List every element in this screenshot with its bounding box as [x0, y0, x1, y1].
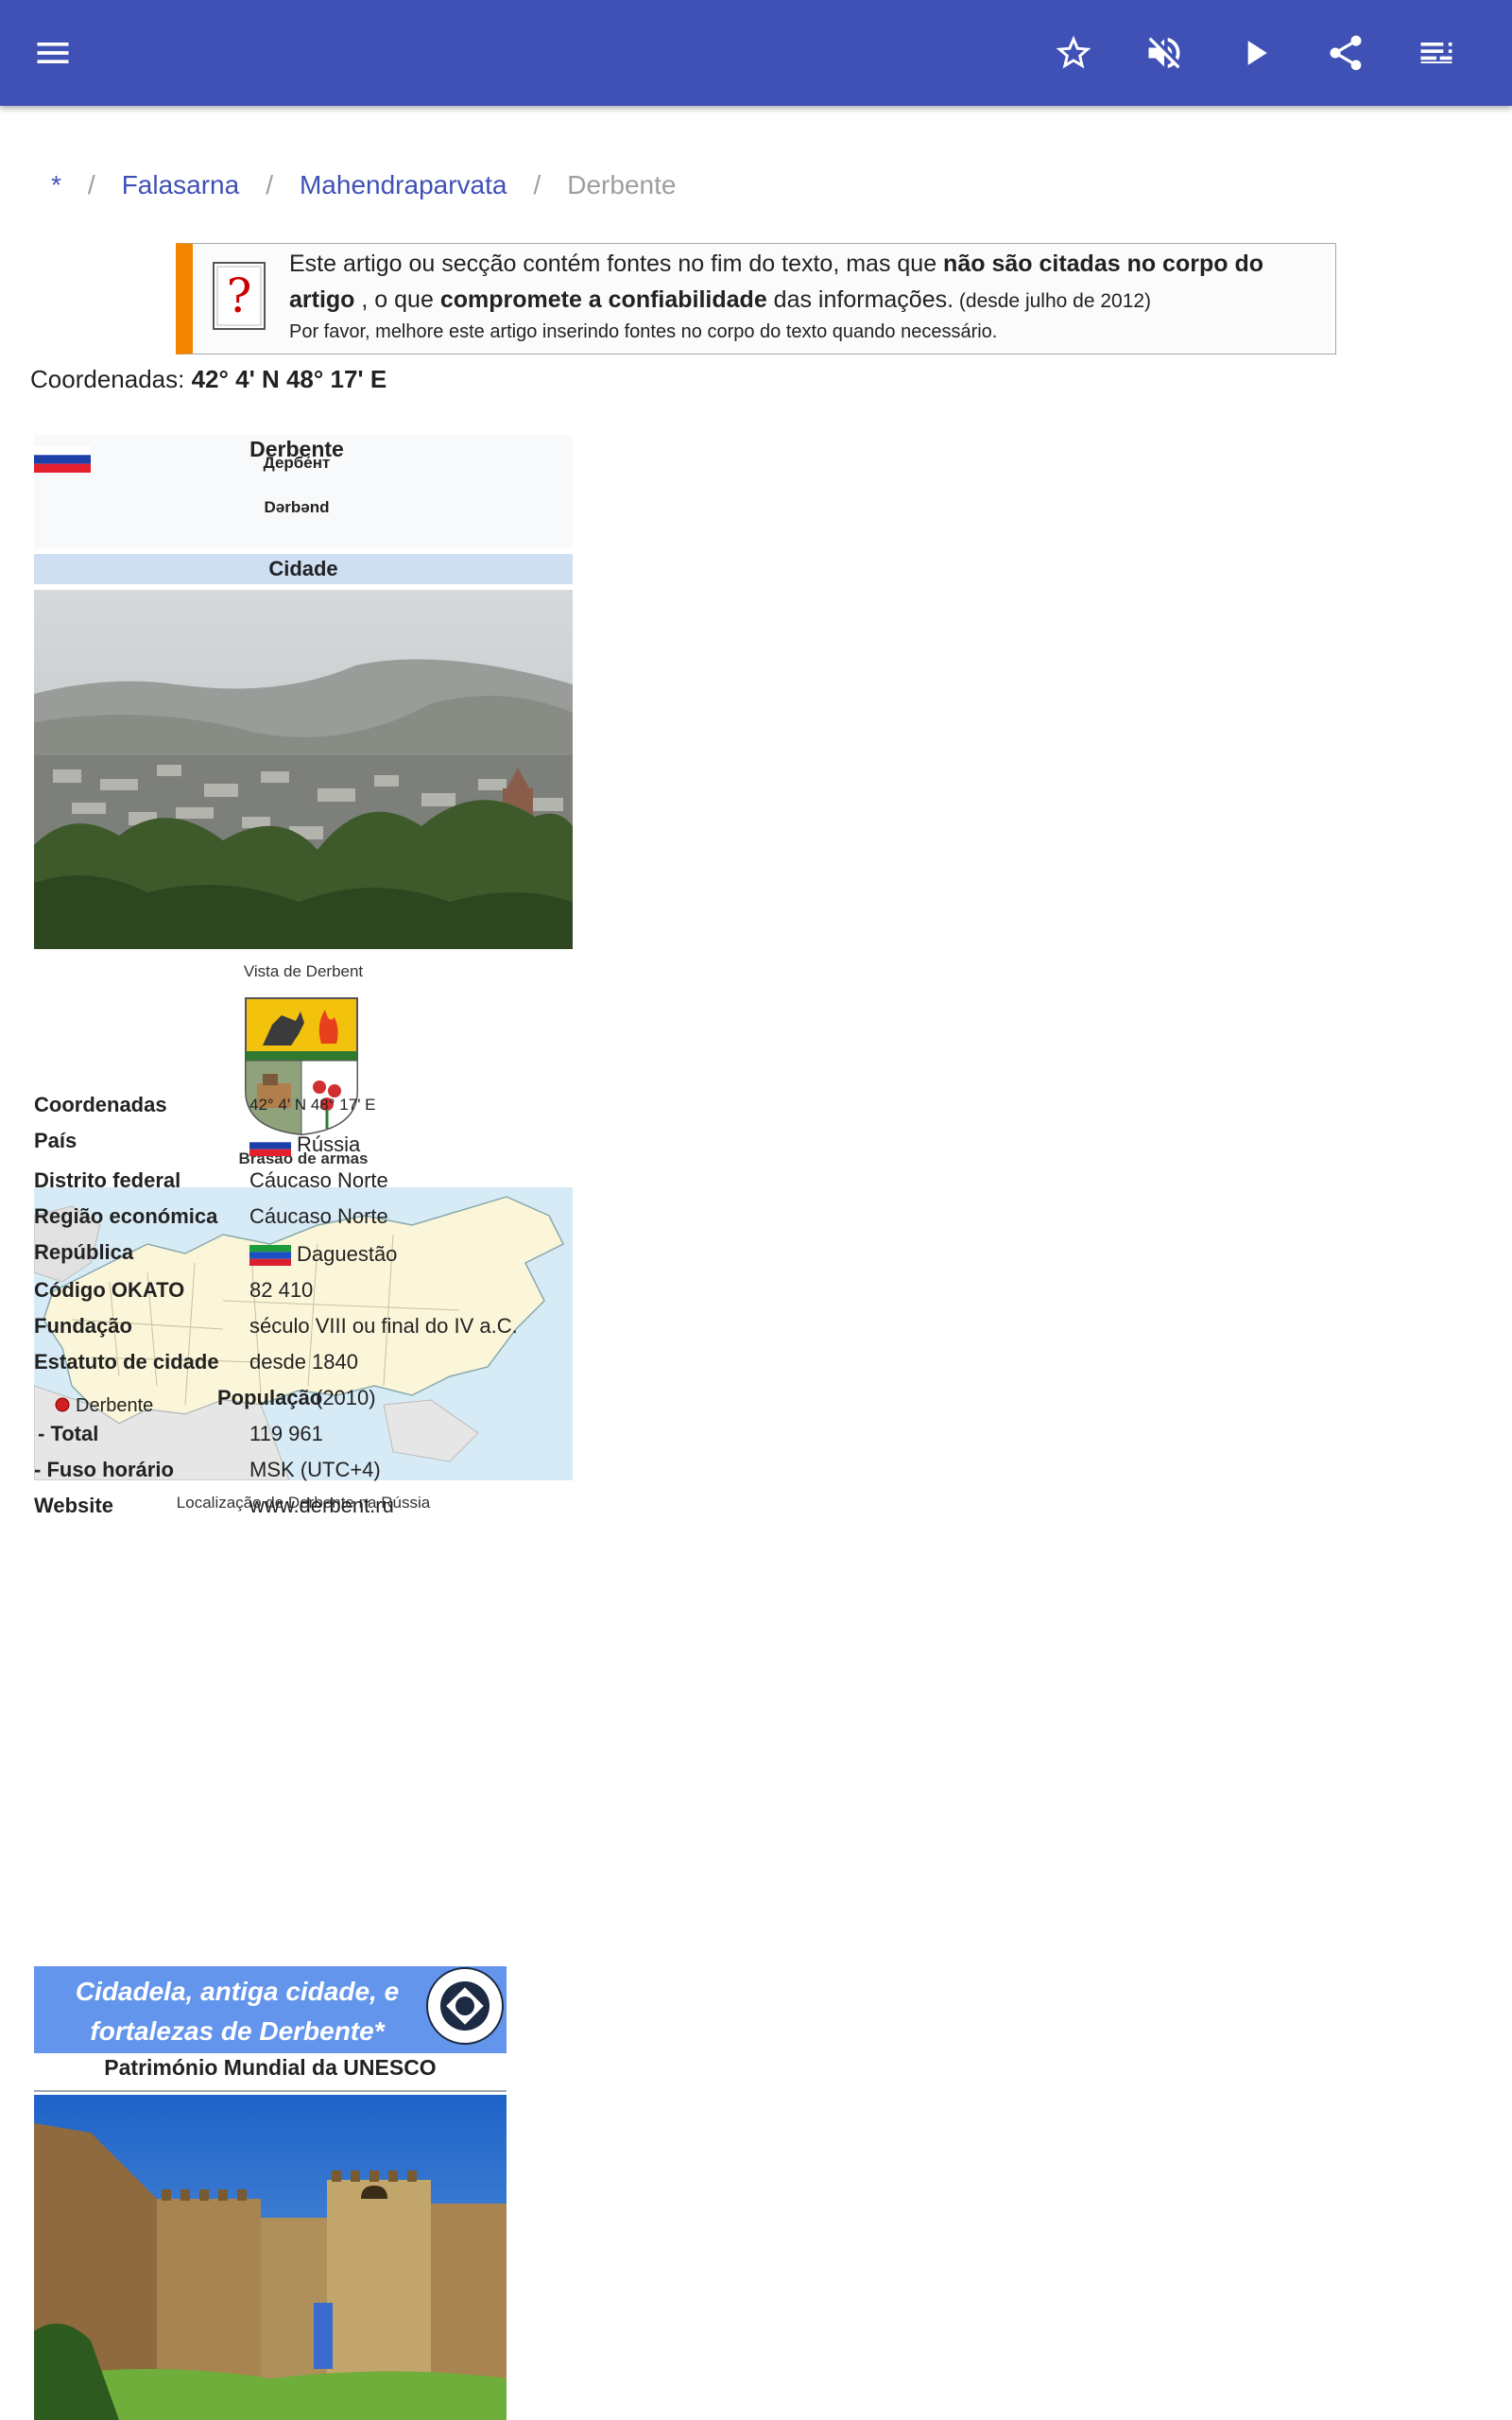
- row-value: (2010): [316, 1386, 376, 1409]
- breadcrumb-mahendraparvata[interactable]: Mahendraparvata: [300, 170, 507, 200]
- row-value[interactable]: Cáucaso Norte: [249, 1204, 388, 1229]
- notice-text-part: Este artigo ou secção contém fontes no f…: [289, 251, 944, 277]
- table-row: Coordenadas 42° 4' N 48° 17' E: [0, 1093, 567, 1127]
- maintenance-notice: ? Este artigo ou secção contém fontes no…: [176, 243, 1336, 354]
- row-label: República: [34, 1240, 134, 1264]
- table-row-population-header: População (2010): [0, 1386, 567, 1420]
- row-value[interactable]: século VIII ou final do IV a.C.: [249, 1314, 518, 1339]
- play-icon[interactable]: [1228, 26, 1281, 79]
- infobox-name-azerbaijani: Dərbənd: [264, 498, 330, 516]
- russia-flag-icon: [249, 1135, 291, 1157]
- breadcrumb-current: Derbente: [567, 170, 677, 199]
- notice-text-part: , o que: [354, 286, 440, 313]
- question-document-icon: ?: [213, 262, 266, 330]
- row-label: Coordenadas: [34, 1093, 167, 1116]
- row-value[interactable]: 42° 4' N 48° 17' E: [249, 1096, 376, 1115]
- dagestan-flag-icon: [249, 1245, 291, 1267]
- breadcrumb-separator: /: [266, 170, 273, 199]
- table-row: Fundação século VIII ou final do IV a.C.: [0, 1314, 567, 1348]
- star-outline-icon[interactable]: [1047, 26, 1100, 79]
- row-label: Website: [34, 1494, 113, 1517]
- breadcrumb-separator: /: [533, 170, 541, 199]
- row-label[interactable]: População: [217, 1386, 322, 1410]
- fortress-photo[interactable]: [34, 2095, 507, 2420]
- world-heritage-emblem-icon: [426, 1967, 504, 2045]
- photo-caption: Vista de Derbent: [243, 962, 364, 980]
- row-value[interactable]: Cáucaso Norte: [249, 1168, 388, 1193]
- svg-text:?: ?: [227, 268, 252, 323]
- menu-icon[interactable]: [26, 26, 79, 79]
- share-icon[interactable]: [1319, 26, 1372, 79]
- table-row: - Total 119 961: [0, 1422, 567, 1456]
- notice-date: (desde julho de 2012): [954, 290, 1152, 312]
- breadcrumb-separator: /: [87, 170, 95, 199]
- table-row: República Daguestão: [0, 1240, 567, 1274]
- row-value-wrap: Rússia: [249, 1132, 360, 1157]
- row-value: 119 961: [249, 1422, 323, 1445]
- notice-instruction: Por favor, melhore este artigo inserindo…: [289, 321, 998, 342]
- coordinates-line: Coordenadas: 42° 4' N 48° 17' E: [30, 365, 387, 394]
- table-row: - Fuso horário MSK (UTC+4): [0, 1458, 567, 1492]
- row-label: Distrito federal: [34, 1168, 181, 1192]
- row-value[interactable]: www.derbent.ru: [249, 1494, 394, 1518]
- row-value[interactable]: MSK (UTC+4): [249, 1458, 381, 1482]
- row-label: Região económica: [34, 1204, 218, 1228]
- breadcrumb-falasarna[interactable]: Falasarna: [122, 170, 240, 200]
- row-value[interactable]: Rússia: [297, 1132, 360, 1156]
- table-row: Código OKATO 82 410: [0, 1278, 567, 1312]
- table-row: Website www.derbent.ru: [0, 1494, 567, 1528]
- notice-text: Este artigo ou secção contém fontes no f…: [289, 246, 1329, 320]
- row-label: - Total: [38, 1422, 99, 1445]
- row-label: Código OKATO: [34, 1278, 185, 1302]
- coordinates-label: Coordenadas:: [30, 365, 192, 393]
- row-label: Estatuto de cidade: [34, 1350, 219, 1374]
- infobox-header: Derbente Дербе́нт Dərbənd: [34, 435, 573, 548]
- breadcrumb: * / Falasarna / Mahendraparvata / Derben…: [51, 170, 676, 200]
- infobox-type: Cidade: [34, 554, 573, 584]
- table-row: Região económica Cáucaso Norte: [0, 1204, 567, 1238]
- row-value[interactable]: Daguestão: [297, 1242, 397, 1266]
- unesco-site-title[interactable]: Cidadela, antiga cidade, e fortalezas de…: [34, 1972, 440, 2051]
- notice-text-part: das informações.: [766, 286, 954, 313]
- playlist-icon[interactable]: [1410, 26, 1463, 79]
- volume-off-icon[interactable]: [1138, 26, 1191, 79]
- row-value: desde 1840: [249, 1350, 358, 1374]
- notice-bold-part: compromete a confiabilidade: [439, 286, 767, 313]
- table-row: Distrito federal Cáucaso Norte: [0, 1168, 567, 1202]
- city-photo[interactable]: [34, 590, 573, 949]
- infobox-name-russian: Дербе́нт: [263, 454, 331, 472]
- unesco-subtitle[interactable]: Património Mundial da UNESCO: [34, 2055, 507, 2092]
- coordinates-value[interactable]: 42° 4' N 48° 17' E: [192, 365, 387, 393]
- table-row: Estatuto de cidade desde 1840: [0, 1350, 567, 1384]
- unesco-title-box: Cidadela, antiga cidade, e fortalezas de…: [34, 1966, 507, 2053]
- row-value: 82 410: [249, 1278, 314, 1302]
- row-value-wrap: Daguestão: [249, 1242, 397, 1267]
- row-label: Fundação: [34, 1314, 132, 1338]
- breadcrumb-home[interactable]: *: [51, 170, 61, 200]
- row-label: País: [34, 1129, 77, 1152]
- table-row: País Rússia: [0, 1129, 567, 1163]
- row-label: - Fuso horário: [34, 1458, 174, 1481]
- app-bar: [0, 0, 1512, 106]
